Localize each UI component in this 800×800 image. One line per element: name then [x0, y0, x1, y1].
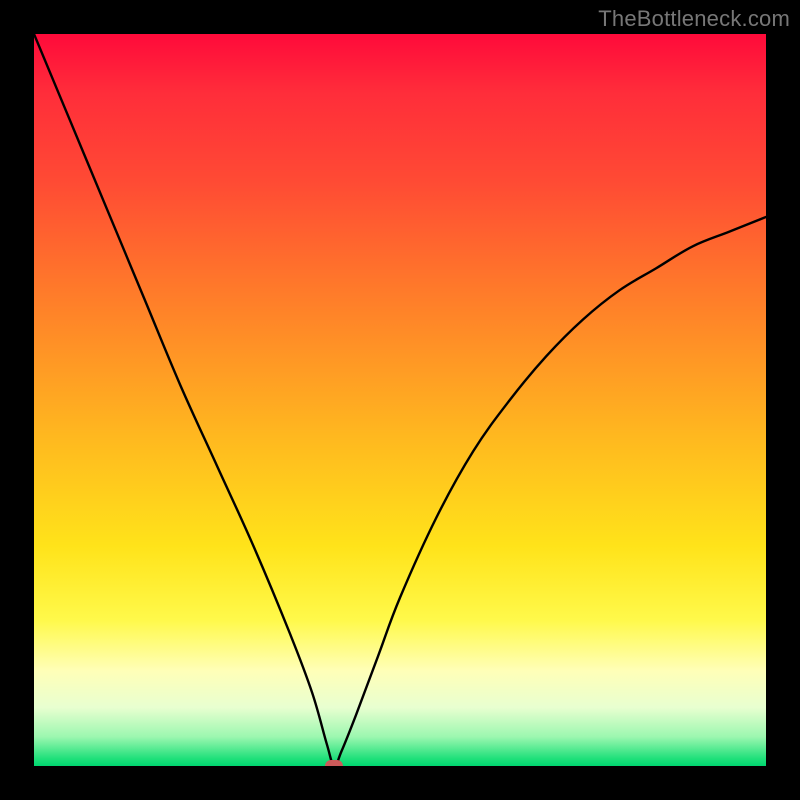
- watermark-label: TheBottleneck.com: [598, 6, 790, 32]
- min-marker-icon: [325, 760, 343, 766]
- plot-area: [34, 34, 766, 766]
- chart-frame: TheBottleneck.com: [0, 0, 800, 800]
- bottleneck-curve: [34, 34, 766, 766]
